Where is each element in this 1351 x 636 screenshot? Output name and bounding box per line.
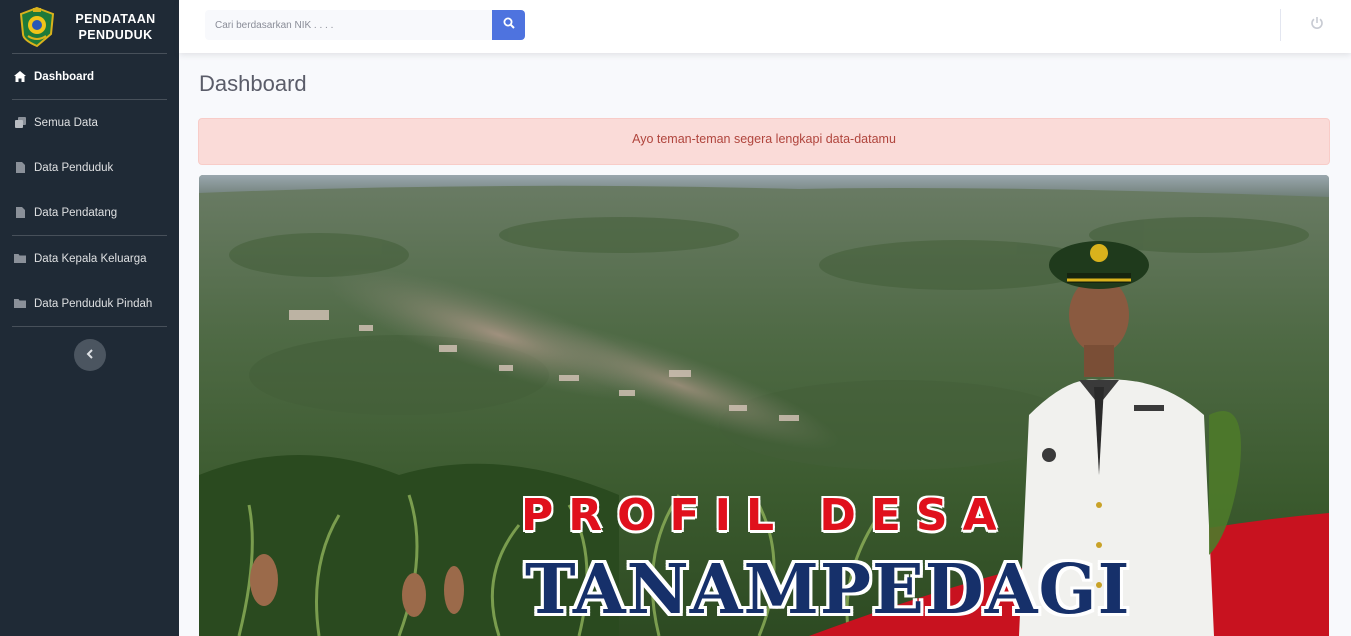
file-icon	[13, 206, 27, 220]
page-title: Dashboard	[199, 71, 307, 96]
sidebar-item-data-penduduk[interactable]: Data Penduduk	[0, 145, 179, 190]
sidebar-item-data-kepala-keluarga[interactable]: Data Kepala Keluarga	[0, 236, 179, 281]
sidebar-item-label: Data Kepala Keluarga	[34, 252, 147, 265]
copy-icon	[13, 116, 27, 130]
chevron-left-icon	[86, 346, 94, 364]
alert-message: Ayo teman-teman segera lengkapi data-dat…	[198, 118, 1330, 165]
sidebar-item-semua-data[interactable]: Semua Data	[0, 100, 179, 145]
sidebar-item-label: Data Pendatang	[34, 206, 118, 219]
sidebar: PENDATAAN PENDUDUK Dashboard Semua Data …	[0, 0, 179, 636]
search-input[interactable]	[205, 10, 492, 40]
search-button[interactable]	[492, 10, 525, 40]
topbar	[179, 0, 1351, 53]
power-icon	[1310, 16, 1324, 35]
home-icon	[13, 70, 27, 84]
sidebar-item-label: Data Penduduk	[34, 161, 114, 174]
banner-title-line-2: TANAMPEDAGI	[525, 550, 1131, 630]
regency-emblem-icon	[18, 6, 56, 48]
sidebar-item-data-penduduk-pindah[interactable]: Data Penduduk Pindah	[0, 281, 179, 326]
folder-icon	[13, 297, 27, 311]
sidebar-item-label: Dashboard	[34, 70, 95, 83]
file-icon	[13, 161, 27, 175]
brand-line-2: PENDUDUK	[78, 27, 153, 42]
sidebar-item-dashboard[interactable]: Dashboard	[0, 54, 179, 99]
brand-title: PENDATAAN PENDUDUK	[56, 11, 179, 43]
sidebar-item-label: Semua Data	[34, 116, 98, 129]
sidebar-item-label: Data Penduduk Pindah	[34, 297, 153, 310]
search-form	[205, 10, 525, 40]
search-icon	[503, 16, 515, 34]
banner-title-line-1: PROFIL DESA	[521, 490, 1012, 541]
sidebar-brand[interactable]: PENDATAAN PENDUDUK	[0, 0, 179, 53]
brand-line-1: PENDATAAN	[75, 11, 156, 26]
banner-image: PROFIL DESA TANAMPEDAGI	[199, 175, 1329, 636]
sidebar-toggle-button[interactable]	[73, 339, 106, 371]
folder-icon	[13, 252, 27, 266]
sidebar-item-data-pendatang[interactable]: Data Pendatang	[0, 190, 179, 235]
logout-button[interactable]	[1307, 15, 1327, 35]
sidebar-toggle-wrap	[0, 327, 179, 371]
topbar-divider	[1280, 9, 1281, 41]
